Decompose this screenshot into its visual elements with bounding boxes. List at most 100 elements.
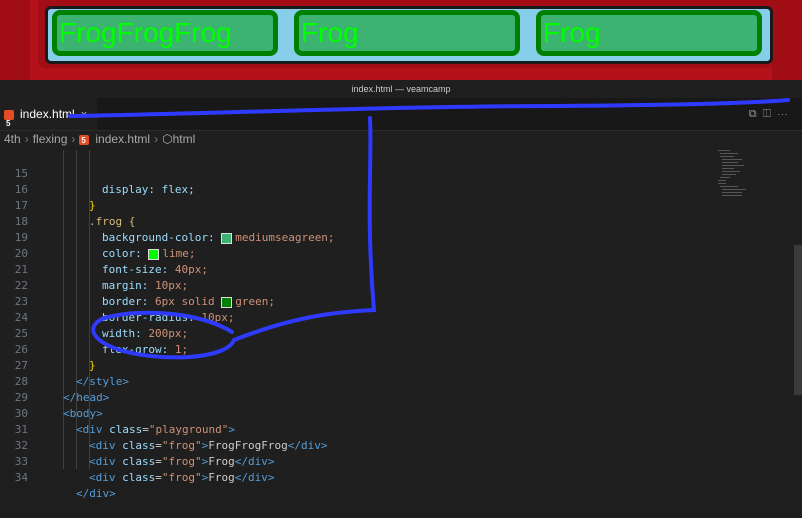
preview-edge-left xyxy=(0,0,30,80)
code-text: Frog xyxy=(208,455,235,468)
tab-bar: index.html × ⧉◫⋯ xyxy=(0,98,802,140)
code-text: </style> xyxy=(76,375,129,388)
code-text: Frog xyxy=(208,471,235,484)
code-text: </head> xyxy=(63,391,110,404)
code-text: .frog { xyxy=(89,215,136,228)
color-swatch[interactable] xyxy=(148,248,160,260)
code-text: FrogFrogFrog xyxy=(208,439,288,452)
code-line: 32 <div class="frog">Frog</div> xyxy=(0,422,275,468)
html5-icon xyxy=(4,108,14,140)
code-tag: <div xyxy=(89,439,123,452)
breadcrumb: 4th›flexing›index.html›⬡html xyxy=(0,131,802,149)
css-property: color: xyxy=(102,247,142,260)
frog-box: Frog xyxy=(536,10,762,56)
browser-preview: FrogFrogFrog Frog Frog xyxy=(0,0,802,80)
chevron-right-icon: › xyxy=(24,132,29,146)
tab-index-html[interactable]: index.html × xyxy=(0,98,98,140)
code-punct: = xyxy=(155,439,162,452)
code-line: 24 width: 200px; xyxy=(0,294,188,340)
css-value: 10px; xyxy=(201,311,235,324)
code-line: 33 <div class="frog">Frog</div> xyxy=(0,438,275,484)
css-property: background-color: xyxy=(102,231,215,244)
breadcrumb-file[interactable]: index.html xyxy=(95,132,150,146)
code-line: 34 </div> xyxy=(0,454,116,500)
minimap[interactable] xyxy=(714,148,774,208)
code-text: display: flex; xyxy=(102,183,195,196)
css-property: width: xyxy=(102,327,142,340)
code-tag: > xyxy=(201,471,209,484)
frog-box: FrogFrogFrog xyxy=(52,10,278,56)
code-string: "playground" xyxy=(148,423,229,436)
code-tag: </div> xyxy=(287,439,328,452)
tab-label: index.html xyxy=(20,107,75,121)
editor-actions: ⧉◫⋯ xyxy=(749,98,794,130)
code-line: 21 margin: 10px; xyxy=(0,246,188,292)
color-swatch[interactable] xyxy=(221,296,233,308)
breadcrumb-folder[interactable]: flexing xyxy=(33,132,68,146)
css-value: mediumseagreen; xyxy=(235,231,335,244)
code-editor[interactable]: 15 display: flex; 16 } 17 .frog { 18 bac… xyxy=(0,150,802,500)
css-property: border: xyxy=(102,295,149,308)
code-text: } xyxy=(89,199,96,212)
code-line: 22 border: 6px solid green; xyxy=(0,262,275,308)
breadcrumb-symbol[interactable]: html xyxy=(173,132,196,146)
css-value: 10px; xyxy=(154,279,189,292)
code-punct: = xyxy=(155,471,162,484)
code-line: 18 background-color: mediumseagreen; xyxy=(0,198,335,244)
color-swatch[interactable] xyxy=(221,232,233,244)
css-value: lime; xyxy=(162,247,196,260)
chevron-right-icon: › xyxy=(154,132,159,146)
preview-edge-right xyxy=(772,0,802,80)
css-property: margin: xyxy=(102,279,149,292)
code-line: 19 color: lime; xyxy=(0,214,196,260)
css-value: 1; xyxy=(174,343,189,356)
code-line: 26 } xyxy=(0,326,96,372)
code-text: <body> xyxy=(63,407,103,420)
code-line: 31 <div class="frog">FrogFrogFrog</div> xyxy=(0,406,328,452)
code-line: 28 </head> xyxy=(0,358,110,404)
vertical-scrollbar[interactable] xyxy=(794,245,802,395)
code-text: </div> xyxy=(76,487,116,500)
code-text: } xyxy=(89,359,96,372)
breadcrumb-folder[interactable]: 4th xyxy=(4,132,21,146)
code-line: 16 } xyxy=(0,166,96,212)
frog-box: Frog xyxy=(294,10,520,56)
code-string: "frog" xyxy=(161,455,202,468)
window-title: index.html — veamcamp xyxy=(0,80,802,98)
code-tag: > xyxy=(228,423,235,436)
code-punct: = xyxy=(155,455,162,468)
code-tag: </div> xyxy=(234,455,275,468)
code-line: 17 .frog { xyxy=(0,182,136,228)
code-punct: = xyxy=(142,423,149,436)
code-line: 15 display: flex; xyxy=(0,150,195,196)
code-attr: class xyxy=(109,423,143,436)
code-tag: </div> xyxy=(234,471,275,484)
code-line: 29 <body> xyxy=(0,374,103,420)
open-changes-icon[interactable]: ⧉ xyxy=(749,108,763,120)
split-editor-icon[interactable]: ◫ xyxy=(763,108,777,120)
code-tag: <div xyxy=(76,423,110,436)
code-tag: <div xyxy=(89,455,123,468)
more-actions-icon[interactable]: ⋯ xyxy=(777,108,794,120)
chevron-right-icon: › xyxy=(71,132,76,146)
line-number: 34 xyxy=(14,471,28,484)
css-value: 200px; xyxy=(148,327,189,340)
code-line: 27 </style> xyxy=(0,342,129,388)
code-line: 23 border-radius: 10px; xyxy=(0,278,235,324)
code-attr: class xyxy=(122,455,156,468)
css-value: green; xyxy=(235,295,275,308)
css-value: 6px solid xyxy=(154,295,215,308)
code-string: "frog" xyxy=(161,471,202,484)
css-value: 40px; xyxy=(174,263,208,276)
code-line: 25 flex-grow: 1; xyxy=(0,310,188,356)
html5-icon xyxy=(79,133,90,149)
css-property: font-size: xyxy=(102,263,169,276)
close-icon[interactable]: × xyxy=(81,109,87,121)
code-line: 20 font-size: 40px; xyxy=(0,230,208,276)
code-tag: <div xyxy=(89,471,123,484)
css-property: flex-grow: xyxy=(102,343,169,356)
css-property: border-radius: xyxy=(102,311,195,324)
code-line: 30 <div class="playground"> xyxy=(0,390,235,436)
code-attr: class xyxy=(122,471,156,484)
code-attr: class xyxy=(122,439,156,452)
